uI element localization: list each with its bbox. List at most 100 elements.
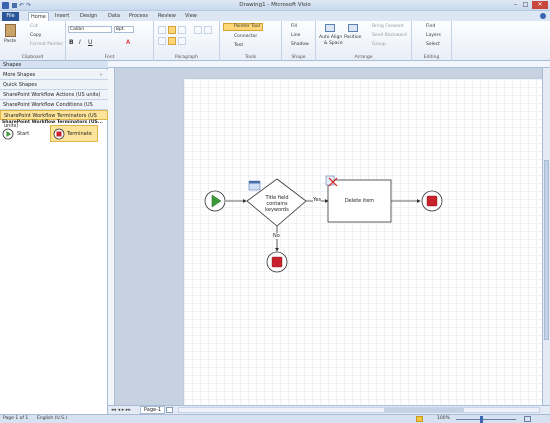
align-center-button[interactable] [168, 37, 176, 45]
scroll-thumb[interactable] [544, 160, 549, 340]
position-button[interactable]: Position [344, 35, 362, 40]
terminate-shape-item[interactable]: Terminate [50, 125, 98, 142]
font-color-icon[interactable]: A [126, 39, 130, 46]
tab-data[interactable]: Data [106, 12, 122, 21]
ribbon: Paste Cut Copy Format Painter Clipboard … [0, 21, 550, 61]
stencil-workflow-actions[interactable]: SharePoint Workflow Actions (US units) [0, 90, 108, 100]
window-title: Drawing1 - Microsoft Visio [239, 2, 311, 8]
more-shapes-item[interactable]: More Shapes [0, 70, 108, 80]
paste-icon[interactable] [5, 24, 16, 37]
bring-forward-button[interactable]: Bring Forward [372, 24, 403, 29]
fit-page-icon[interactable] [524, 416, 531, 422]
terminate-icon [53, 128, 65, 140]
paragraph-label: Paragraph [174, 55, 199, 60]
tab-review[interactable]: Review [156, 12, 178, 21]
font-label: Font [104, 55, 115, 60]
yes-label: Yes [313, 197, 322, 203]
font-group: Calibri 8pt. B I U A Font [66, 21, 154, 61]
horizontal-scrollbar[interactable] [178, 407, 540, 413]
tab-process[interactable]: Process [127, 12, 150, 21]
align-bottom-button[interactable] [178, 26, 186, 34]
fill-button[interactable]: Fill [291, 24, 297, 29]
cut-button[interactable]: Cut [30, 24, 38, 29]
start-shape-item[interactable]: Start [2, 127, 42, 141]
view-mode-icon[interactable] [416, 416, 423, 422]
help-icon[interactable] [540, 13, 546, 19]
underline-button[interactable]: U [88, 39, 92, 46]
position-icon[interactable] [348, 24, 358, 32]
bullets-button[interactable] [194, 26, 202, 34]
align-top-button[interactable] [158, 26, 166, 34]
h-scroll-thumb[interactable] [384, 408, 464, 412]
arrange-group: Auto Align & Space Position Bring Forwar… [316, 21, 412, 61]
layers-button[interactable]: Layers [426, 33, 441, 38]
drawing-page[interactable] [184, 79, 542, 405]
chevron-right-icon: › [100, 72, 102, 78]
connector-button[interactable]: Connector [234, 34, 257, 39]
quick-shapes-item[interactable]: Quick Shapes [0, 80, 108, 90]
ribbon-tabs: File Home Insert Design Data Process Rev… [0, 11, 550, 21]
tab-home[interactable]: Home [28, 12, 49, 21]
stencil-workflow-terminators[interactable]: SharePoint Workflow Terminators (US unit… [0, 110, 108, 129]
page-tabs-bar: ◂◂ ◂ ▸ ▸▸ Page-1 [108, 405, 550, 414]
font-size-select[interactable]: 8pt. [114, 26, 134, 33]
indent-button[interactable] [204, 26, 212, 34]
editing-label: Editing [423, 55, 440, 60]
format-painter-button[interactable]: Format Painter [30, 42, 63, 47]
align-middle-button[interactable] [168, 26, 176, 34]
shadow-button[interactable]: Shadow [291, 42, 309, 47]
horizontal-ruler [108, 61, 550, 68]
clipboard-group: Paste Cut Copy Format Painter Clipboard [0, 21, 66, 61]
clipboard-label: Clipboard [21, 55, 44, 60]
terminate-label: Terminate [67, 131, 92, 137]
select-button[interactable]: Select [426, 42, 440, 47]
send-backward-button[interactable]: Send Backward [372, 33, 407, 38]
bold-button[interactable]: B [69, 39, 74, 46]
stencil-workflow-conditions[interactable]: SharePoint Workflow Conditions (US units… [0, 100, 108, 118]
page-nav-icons[interactable]: ◂◂ ◂ ▸ ▸▸ [111, 407, 131, 413]
italic-button[interactable]: I [79, 39, 81, 46]
shapes-panel: Shapes More Shapes › Quick Shapes ShareP… [0, 61, 108, 414]
tools-group: Pointer Tool Connector Text Tools [220, 21, 282, 61]
zoom-level[interactable]: 100% [437, 416, 450, 421]
align-left-button[interactable] [158, 37, 166, 45]
page-tab-1[interactable]: Page-1 [140, 406, 166, 414]
page-count[interactable]: Page 1 of 1 [3, 416, 28, 421]
close-button[interactable]: ✕ [532, 1, 548, 9]
maximize-button[interactable]: □ [521, 1, 530, 9]
paste-button[interactable]: Paste [4, 39, 16, 44]
tab-view[interactable]: View [183, 12, 199, 21]
find-button[interactable]: Find [426, 24, 435, 29]
copy-button[interactable]: Copy [30, 33, 41, 38]
editing-group: Find Layers Select Editing [412, 21, 452, 61]
line-button[interactable]: Line [291, 33, 300, 38]
tab-insert[interactable]: Insert [53, 12, 71, 21]
minimize-button[interactable]: – [511, 1, 520, 9]
auto-align-button[interactable]: Auto Align [319, 35, 342, 40]
group-button[interactable]: Group [372, 42, 386, 47]
language-indicator[interactable]: English (U.S.) [37, 416, 67, 421]
title-bar: ↶ ↷ Drawing1 - Microsoft Visio – □ ✕ [0, 0, 550, 11]
text-tool-button[interactable]: Text [234, 43, 243, 48]
auto-align-space-label: & Space [324, 41, 343, 46]
start-label: Start [17, 131, 30, 137]
tab-design[interactable]: Design [78, 12, 99, 21]
status-bar: Page 1 of 1 English (U.S.) 100% [0, 414, 550, 423]
auto-align-icon[interactable] [325, 24, 335, 32]
shape-label: Shape [291, 55, 306, 60]
vertical-ruler [108, 68, 115, 405]
zoom-slider[interactable] [456, 416, 516, 423]
insert-page-icon[interactable] [166, 407, 173, 413]
pointer-tool-label: Pointer Tool [234, 24, 260, 29]
tab-file[interactable]: File [2, 12, 19, 21]
align-right-button[interactable] [178, 37, 186, 45]
font-family-select[interactable]: Calibri [68, 26, 112, 33]
delete-item-text: Delete item [344, 198, 375, 204]
zoom-slider-thumb[interactable] [480, 416, 483, 423]
condition-text: Title field contains keywords [265, 195, 289, 213]
tools-label: Tools [244, 55, 257, 60]
shape-group: Fill Line Shadow Shape [282, 21, 316, 61]
shapes-panel-title: Shapes [0, 61, 108, 69]
arrange-label: Arrange [354, 55, 373, 60]
vertical-scrollbar[interactable] [542, 68, 550, 405]
